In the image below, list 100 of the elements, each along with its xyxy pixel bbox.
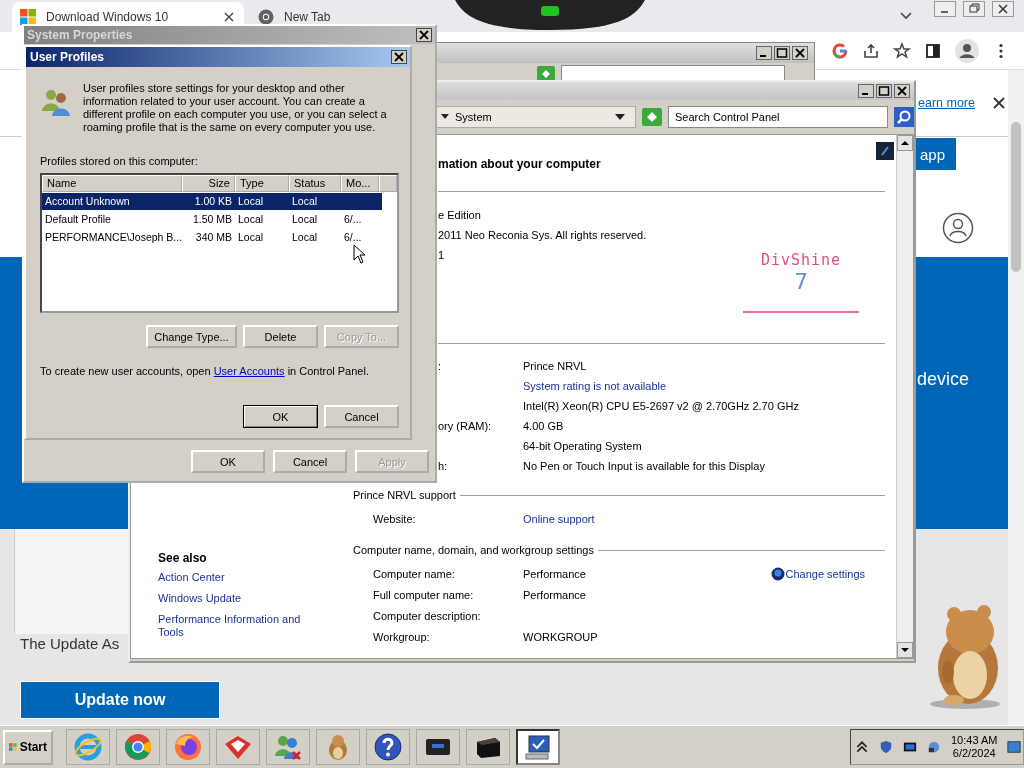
search-field[interactable]: Search Control Panel bbox=[668, 106, 888, 128]
fox-globe-icon bbox=[173, 732, 203, 762]
windows-logo-icon bbox=[20, 9, 36, 25]
table-cell-text: 340 MB bbox=[194, 230, 233, 245]
search-icon[interactable] bbox=[894, 107, 914, 127]
user-icon[interactable] bbox=[942, 212, 974, 244]
profile-icon[interactable] bbox=[955, 38, 979, 63]
refresh-icon[interactable] bbox=[642, 108, 662, 126]
field-value: Intel(R) Xeon(R) CPU E5-2697 v2 @ 2.70GHz 2.70 GHz bbox=[523, 400, 799, 412]
edition-text: 1 bbox=[438, 248, 446, 263]
description-text: User profiles store settings for your desktop and other information related to your user account. You can create a different profile on each computer you use, or you can select a roaming profile that is the same on every computer you use. bbox=[83, 82, 388, 134]
field-label: h: bbox=[438, 460, 448, 472]
field-value: Performance bbox=[523, 588, 586, 601]
remote-toolbar[interactable] bbox=[455, 0, 645, 32]
column-header[interactable]: Mo... bbox=[341, 175, 379, 192]
edition-text: e Edition bbox=[438, 208, 482, 223]
see-also-link[interactable]: Action Center bbox=[158, 571, 308, 584]
scrollbar[interactable] bbox=[896, 135, 913, 658]
close-icon[interactable] bbox=[993, 97, 1005, 109]
close-icon[interactable] bbox=[416, 28, 432, 42]
app-button[interactable]: app bbox=[916, 138, 956, 170]
profile-row[interactable]: Account Unknown 1.00 KB Local Local bbox=[42, 193, 382, 210]
network-icon[interactable] bbox=[927, 740, 941, 754]
browser-tab[interactable]: New Tab bbox=[244, 2, 444, 32]
table-cell-text: 1.00 KB bbox=[193, 194, 233, 209]
field-value: Performance bbox=[523, 567, 586, 580]
column-header[interactable]: Size bbox=[182, 175, 235, 192]
scroll-down-icon[interactable] bbox=[897, 642, 913, 658]
field-value: No Pen or Touch Input is available for this Display bbox=[523, 460, 765, 472]
update-now-button[interactable]: Update now bbox=[20, 681, 220, 719]
dialog-button[interactable]: Cancel bbox=[324, 405, 399, 428]
section-heading: Computer name, domain, and workgroup settings bbox=[353, 543, 594, 558]
column-header[interactable]: Status bbox=[289, 175, 341, 192]
list-label: Profiles stored on this computer: bbox=[40, 155, 199, 168]
start-button[interactable]: Start bbox=[3, 729, 53, 765]
logo-version: 7 bbox=[794, 269, 808, 294]
field-label: Computer name: bbox=[373, 567, 456, 580]
scrollbar-thumb[interactable] bbox=[1011, 122, 1021, 272]
address-bar[interactable]: System bbox=[436, 106, 636, 128]
side-panel-icon[interactable] bbox=[924, 41, 942, 60]
action-button[interactable]: Change Type... bbox=[146, 325, 237, 348]
minimize-icon[interactable] bbox=[858, 84, 874, 98]
chevron-down-icon[interactable] bbox=[900, 12, 912, 20]
desktop-icon[interactable] bbox=[1007, 740, 1022, 754]
profile-row[interactable]: PERFORMANCE\Joseph B... 340 MB Local Local 6/... bbox=[42, 229, 382, 246]
table-cell-text: Local bbox=[237, 212, 265, 227]
table-cell-text: 1.50 MB bbox=[191, 212, 233, 227]
see-also-heading: See also bbox=[158, 550, 208, 567]
scroll-up-icon[interactable] bbox=[897, 135, 913, 151]
see-also-link[interactable]: Windows Update bbox=[158, 592, 308, 605]
banner-text: device bbox=[917, 369, 970, 390]
learn-more-link[interactable]: earn more bbox=[918, 96, 975, 110]
see-also-link[interactable]: Performance Information and Tools bbox=[158, 613, 308, 639]
restore-icon[interactable] bbox=[961, 1, 987, 17]
dialog-button[interactable]: OK bbox=[243, 405, 318, 428]
scrollbar[interactable] bbox=[1008, 70, 1024, 725]
edition-text: 2011 Neo Reconia Sys. All rights reserved. bbox=[438, 228, 648, 243]
monitor-icon[interactable] bbox=[903, 740, 917, 754]
support-link[interactable]: Online support bbox=[523, 512, 595, 525]
star-icon[interactable] bbox=[893, 41, 911, 60]
taskbar-button[interactable] bbox=[366, 729, 410, 765]
maximize-icon[interactable] bbox=[876, 84, 892, 98]
taskbar-button[interactable] bbox=[416, 729, 460, 765]
action-button[interactable]: Delete bbox=[243, 325, 318, 348]
page-heading: mation about your computer bbox=[438, 156, 602, 173]
table-cell-text: Local bbox=[237, 230, 265, 245]
table-cell-text: Local bbox=[291, 194, 319, 209]
field-label: Website: bbox=[373, 512, 417, 525]
close-icon[interactable] bbox=[391, 50, 407, 64]
chevron-up-icon[interactable] bbox=[855, 740, 869, 754]
rating-link[interactable]: System rating is not available bbox=[523, 380, 667, 392]
window-title: User Profiles bbox=[30, 50, 105, 64]
taskbar-button[interactable] bbox=[466, 729, 510, 765]
column-header[interactable]: Type bbox=[235, 175, 289, 192]
dropdown-icon[interactable] bbox=[615, 114, 625, 120]
taskbar-button[interactable] bbox=[516, 729, 560, 765]
chrome-icon bbox=[123, 732, 153, 762]
dialog-button[interactable]: OK bbox=[191, 450, 265, 473]
dialog-button[interactable]: Cancel bbox=[273, 450, 347, 473]
close-icon[interactable] bbox=[792, 46, 808, 60]
update-text: The Update As bbox=[20, 635, 120, 652]
google-icon[interactable] bbox=[831, 41, 849, 60]
windows-flag-icon bbox=[9, 741, 17, 753]
user-accounts-link[interactable]: User Accounts bbox=[213, 365, 285, 377]
clock-date: 6/2/2024 bbox=[952, 747, 996, 760]
profile-row[interactable]: Default Profile 1.50 MB Local Local 6/... bbox=[42, 211, 382, 228]
close-icon[interactable] bbox=[224, 12, 234, 22]
clock-time: 10:43 AM bbox=[951, 734, 998, 747]
table-cell-text: 6/... bbox=[343, 212, 363, 227]
close-icon[interactable] bbox=[990, 1, 1016, 17]
change-settings-link[interactable]: Change settings bbox=[785, 567, 865, 580]
table-cell-text: Account Unknown bbox=[44, 194, 131, 209]
table-cell-text: Local bbox=[291, 212, 319, 227]
minimize-icon[interactable] bbox=[756, 46, 772, 60]
maximize-icon[interactable] bbox=[774, 46, 790, 60]
footer-text: To create new user accounts, open User Accounts in Control Panel. bbox=[40, 365, 370, 378]
share-icon[interactable] bbox=[862, 41, 880, 60]
breadcrumb-item[interactable]: System bbox=[455, 111, 609, 123]
close-icon[interactable] bbox=[894, 84, 910, 98]
column-header[interactable]: Name bbox=[42, 175, 182, 192]
